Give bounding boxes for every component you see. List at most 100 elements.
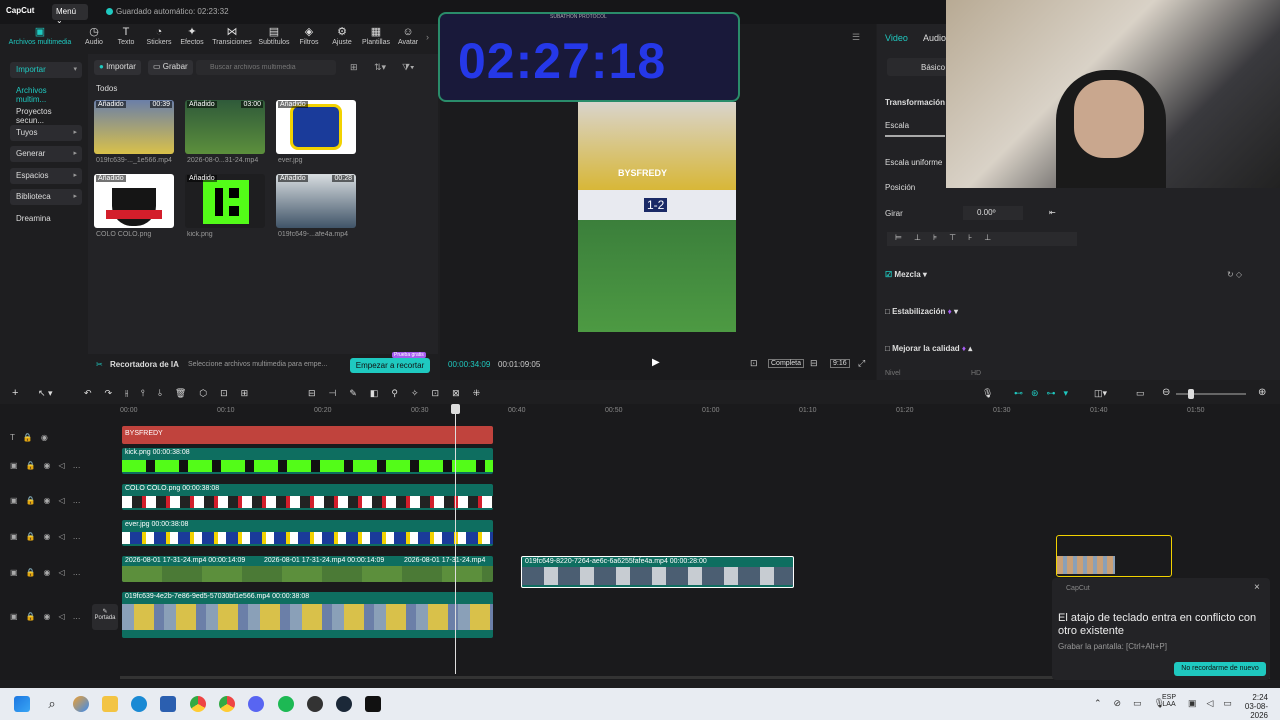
search-input[interactable] (196, 60, 336, 75)
tab-basic[interactable]: Básico (921, 63, 945, 72)
text-track-controls[interactable]: T🔒◉ (10, 433, 56, 442)
media-thumb-5[interactable]: Añadido (185, 174, 265, 228)
record-button[interactable]: ▭ Grabar (148, 60, 193, 75)
crop-icon[interactable]: ⊟ (810, 358, 818, 369)
zoom-in-icon[interactable]: ⊕ (1258, 387, 1266, 398)
hamburger-icon[interactable]: ☰ (852, 32, 860, 43)
reset-icon[interactable]: ↻ ◇ (1227, 270, 1242, 279)
obs-icon[interactable] (307, 696, 323, 712)
copilot-icon[interactable] (73, 696, 89, 712)
discord-icon[interactable] (248, 696, 264, 712)
sticker-clip-colocolo[interactable]: COLO COLO.png 00:00:38:08 (122, 484, 493, 510)
edge-icon[interactable] (131, 696, 147, 712)
tab-media[interactable]: ▣ Archivos multimedia (4, 24, 76, 54)
sidebar-item-spaces[interactable]: Espacios ▸ (10, 168, 82, 184)
video-clip-selected[interactable]: 019fc649-8220-7264-ae6c-6a6255fafe4a.mp4… (521, 556, 794, 588)
playhead-handle[interactable] (451, 404, 460, 414)
track-controls-2[interactable]: ▣🔒◉◁… (10, 496, 89, 505)
media-thumb-6[interactable]: Añadido 00:28 (276, 174, 356, 228)
fullscreen-complete-button[interactable]: Completa (768, 359, 804, 368)
video-clip-pitch[interactable]: 2026-08-01 17-31-24.mp4 00:00:14:09 2026… (122, 556, 493, 582)
media-name-5: kick.png (187, 231, 213, 238)
mic-icon[interactable]: 🎙 (982, 388, 993, 399)
cover-button[interactable]: ✎ Portada (92, 604, 118, 630)
tab-effects[interactable]: ✦ Efectos (172, 24, 212, 54)
sidebar-item-media[interactable]: Archivos multim... (10, 83, 82, 104)
filter-icon[interactable]: ⧩▾ (402, 62, 414, 73)
tab-audio-props[interactable]: Audio (923, 33, 946, 43)
clip-tools[interactable]: ⊟⊣✎◧⚲✧⊡⊠⁜ (308, 388, 493, 399)
sticker-clip-kick[interactable]: kick.png 00:00:38:08 (122, 448, 493, 474)
start-trim-button[interactable]: Empezar a recortar (350, 358, 430, 373)
tab-transitions[interactable]: ⋈ Transiciones (210, 24, 254, 54)
track-controls-3[interactable]: ▣🔒◉◁… (10, 532, 89, 541)
tab-avatar[interactable]: ☺ Avatar (389, 24, 427, 54)
chrome-profile-icon[interactable] (219, 696, 235, 712)
scale-slider[interactable] (885, 135, 945, 137)
text-clip[interactable]: BYSFREDY (122, 426, 493, 444)
language-indicator[interactable]: ESP LAA (1162, 694, 1176, 708)
media-thumb-4[interactable]: Añadido (94, 174, 174, 228)
fit-icon[interactable]: ⊡ (750, 358, 758, 369)
sort-icon[interactable]: ⇅▾ (374, 62, 386, 73)
zoom-slider[interactable] (1176, 393, 1246, 395)
tab-subtitles[interactable]: ▤ Subtítulos (254, 24, 294, 54)
subathon-timer: 02:27:18 (458, 33, 667, 89)
pro-icon: ♦ (947, 307, 952, 316)
media-thumb-2[interactable]: Añadido 03:00 (185, 100, 265, 154)
ever-logo-icon (290, 104, 342, 150)
sidebar-item-yours[interactable]: Tuyos ▸ (10, 125, 82, 141)
chrome-icon[interactable] (190, 696, 206, 712)
zoom-out-icon[interactable]: ⊖ (1162, 387, 1170, 398)
capcut-icon[interactable] (365, 696, 381, 712)
track-controls-1[interactable]: ▣🔒◉◁… (10, 461, 89, 470)
sidebar-item-import[interactable]: Importar ▾ (10, 62, 82, 78)
select-icon[interactable]: ↖ ▾ (38, 388, 53, 399)
expand-icon[interactable]: ⤢ (858, 358, 865, 369)
sidebar-item-library[interactable]: Biblioteca ▸ (10, 189, 82, 205)
rotate-input[interactable]: 0.00º (963, 206, 1023, 220)
dont-remind-button[interactable]: No recordarme de nuevo (1174, 662, 1266, 676)
stabilize-row[interactable]: □ Estabilización ♦ ▾ (885, 307, 958, 316)
steam-icon[interactable] (336, 696, 352, 712)
toast-title: El atajo de teclado entra en conflicto c… (1058, 612, 1257, 637)
spotify-icon[interactable] (278, 696, 294, 712)
track-controls-4[interactable]: ▣🔒◉◁… (10, 568, 89, 577)
sticker-clip-ever[interactable]: ever.jpg 00:00:38:08 (122, 520, 493, 546)
menu-button[interactable]: Menú ⌄ (52, 4, 88, 25)
blend-row[interactable]: ☑ Mezcla ▾ (885, 270, 927, 279)
sidebar-item-projects[interactable]: Proyectos secun... (10, 104, 82, 125)
chevron-right-icon[interactable]: › (426, 32, 429, 42)
align-toolbar[interactable]: ⊨⊥⊧⊤⊦⊥ (887, 232, 1077, 246)
media-thumb-3[interactable]: Añadido (276, 100, 356, 154)
edit-tools[interactable]: ↶↷⫲⫯⫰🗑⬡⊡⊞ (84, 388, 261, 399)
flip-icon[interactable]: ⇤ (1049, 208, 1056, 217)
zoom-handle[interactable] (1188, 389, 1194, 399)
clock[interactable]: 2:24 03-08-2026 (1228, 693, 1268, 720)
ai-recorder-bar: ✂ Recortadora de IA Seleccione archivos … (88, 352, 438, 376)
sidebar-item-dreamina[interactable]: Dreamina (10, 211, 82, 227)
quality-row[interactable]: □ Mejorar la calidad ♦ ▴ (885, 344, 972, 353)
play-icon[interactable]: ▶ (652, 357, 660, 368)
time-ruler[interactable]: 00:00 00:10 00:20 00:30 00:40 00:50 01:00 01:10… (120, 406, 1270, 418)
track-controls-main[interactable]: ▣🔒◉◁… (10, 612, 89, 621)
caption-icon[interactable]: ▭ (1136, 388, 1145, 399)
add-icon[interactable]: + (12, 387, 18, 399)
folder-icon[interactable] (102, 696, 118, 712)
snap-tools[interactable]: ⊷⊛⊶▾ (1014, 388, 1076, 399)
split-icon[interactable]: ◫▾ (1094, 388, 1107, 399)
video-preview[interactable]: BYSFREDY 1-2 (578, 102, 736, 332)
import-button[interactable]: ● Importar (94, 60, 141, 75)
start-icon[interactable] (14, 696, 30, 712)
main-video-clip[interactable]: 019fc639-4e2b-7e86-9ed5-57030bf1e566.mp4… (122, 592, 493, 638)
grid-view-icon[interactable]: ⊞ (350, 62, 358, 73)
store-icon[interactable] (160, 696, 176, 712)
sidebar-item-generate[interactable]: Generar ▸ (10, 146, 82, 162)
media-name-1: 019fc639-..._1e566.mp4 (96, 157, 172, 164)
playhead[interactable] (455, 408, 456, 674)
close-icon[interactable]: × (1254, 582, 1260, 593)
search-icon[interactable]: ⌕ (44, 696, 60, 712)
media-thumb-1[interactable]: Añadido 00:39 (94, 100, 174, 154)
tab-video[interactable]: Video (885, 33, 908, 43)
ratio-button[interactable]: 9:16 (830, 359, 850, 368)
